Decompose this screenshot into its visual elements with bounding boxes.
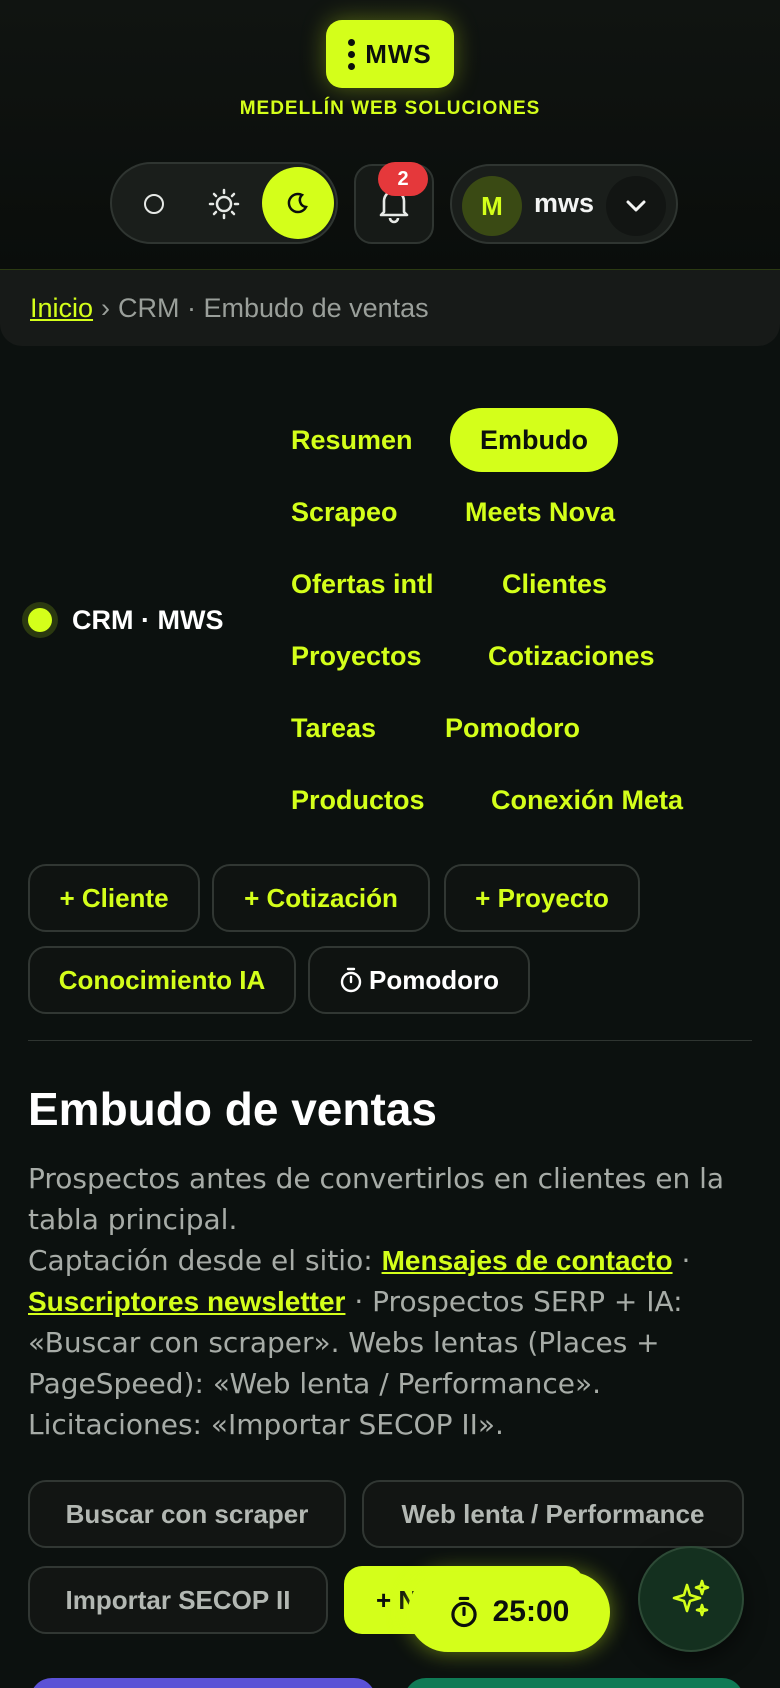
theme-system-button[interactable] xyxy=(122,172,186,236)
import-secop-button[interactable]: Importar SECOP II xyxy=(28,1566,328,1634)
sun-icon xyxy=(208,188,240,220)
timer-value: 25:00 xyxy=(492,1595,570,1628)
app-header: MWS MEDELLÍN WEB SOLUCIONES 2 M mws xyxy=(0,0,780,270)
chevron-down-icon xyxy=(626,200,646,212)
stopwatch-icon xyxy=(450,1596,477,1628)
breadcrumb-home-link[interactable]: Inicio xyxy=(30,293,93,324)
description-separator: · xyxy=(672,1244,691,1277)
user-name: mws xyxy=(534,188,595,218)
crm-label: CRM · MWS xyxy=(22,602,223,638)
divider xyxy=(28,1040,752,1041)
theme-light-button[interactable] xyxy=(192,172,256,236)
stage-card-peek xyxy=(30,1678,376,1688)
tab-proyectos[interactable]: Proyectos xyxy=(291,624,422,688)
pomodoro-button[interactable]: Pomodoro xyxy=(308,946,530,1014)
moon-icon xyxy=(287,192,308,214)
brand-subtitle: MEDELLÍN WEB SOLUCIONES xyxy=(239,98,541,119)
ai-assistant-button[interactable] xyxy=(638,1546,744,1652)
tab-embudo[interactable]: Embudo xyxy=(450,408,618,472)
tab-tareas[interactable]: Tareas xyxy=(291,696,376,760)
notifications-button[interactable]: 2 xyxy=(354,162,434,244)
tab-conexion-meta[interactable]: Conexión Meta xyxy=(491,768,683,832)
tab-pomodoro[interactable]: Pomodoro xyxy=(445,696,580,760)
user-menu-chevron[interactable] xyxy=(606,176,666,236)
tab-meets-nova[interactable]: Meets Nova xyxy=(465,480,615,544)
tab-scrapeo[interactable]: Scrapeo xyxy=(291,480,398,544)
add-project-button[interactable]: + Proyecto xyxy=(444,864,640,932)
status-dot-icon xyxy=(22,602,58,638)
avatar: M xyxy=(462,176,522,236)
notification-badge: 2 xyxy=(378,162,428,196)
page-description: Prospectos antes de convertirlos en clie… xyxy=(28,1158,752,1445)
knowledge-ai-button[interactable]: Conocimiento IA xyxy=(28,946,296,1014)
add-client-button[interactable]: + Cliente xyxy=(28,864,200,932)
breadcrumb-separator: › xyxy=(101,292,111,323)
contact-messages-link[interactable]: Mensajes de contacto xyxy=(382,1245,673,1276)
newsletter-subscribers-link[interactable]: Suscriptores newsletter xyxy=(28,1286,345,1317)
description-intro: Prospectos antes de convertirlos en clie… xyxy=(28,1162,725,1236)
scraper-search-button[interactable]: Buscar con scraper xyxy=(28,1480,346,1548)
menu-dots-icon xyxy=(348,38,356,70)
logo-text: MWS xyxy=(365,38,432,69)
breadcrumb: Inicio › CRM · Embudo de ventas xyxy=(0,270,780,346)
breadcrumb-current: CRM · Embudo de ventas xyxy=(118,292,429,323)
tab-productos[interactable]: Productos xyxy=(291,768,425,832)
sparkles-icon xyxy=(672,1579,710,1617)
user-menu-button[interactable]: M mws xyxy=(450,164,678,244)
stage-card-peek xyxy=(404,1678,744,1688)
tab-resumen[interactable]: Resumen xyxy=(291,408,413,472)
theme-dark-button[interactable] xyxy=(262,167,334,239)
description-capture-label: Captación desde el sitio: xyxy=(28,1244,382,1277)
pomodoro-button-label: Pomodoro xyxy=(369,964,499,995)
theme-toggle xyxy=(110,162,338,244)
pomodoro-timer[interactable]: 25:00 xyxy=(408,1572,610,1652)
tab-ofertas-intl[interactable]: Ofertas intl xyxy=(291,552,434,616)
crm-title: CRM · MWS xyxy=(72,604,224,635)
system-icon xyxy=(144,194,164,214)
add-quote-button[interactable]: + Cotización xyxy=(212,864,430,932)
page-title: Embudo de ventas xyxy=(28,1083,437,1135)
slow-web-performance-button[interactable]: Web lenta / Performance xyxy=(362,1480,744,1548)
tab-cotizaciones[interactable]: Cotizaciones xyxy=(488,624,655,688)
logo[interactable]: MWS xyxy=(326,20,454,88)
stopwatch-icon xyxy=(340,967,362,993)
tab-clientes[interactable]: Clientes xyxy=(502,552,607,616)
